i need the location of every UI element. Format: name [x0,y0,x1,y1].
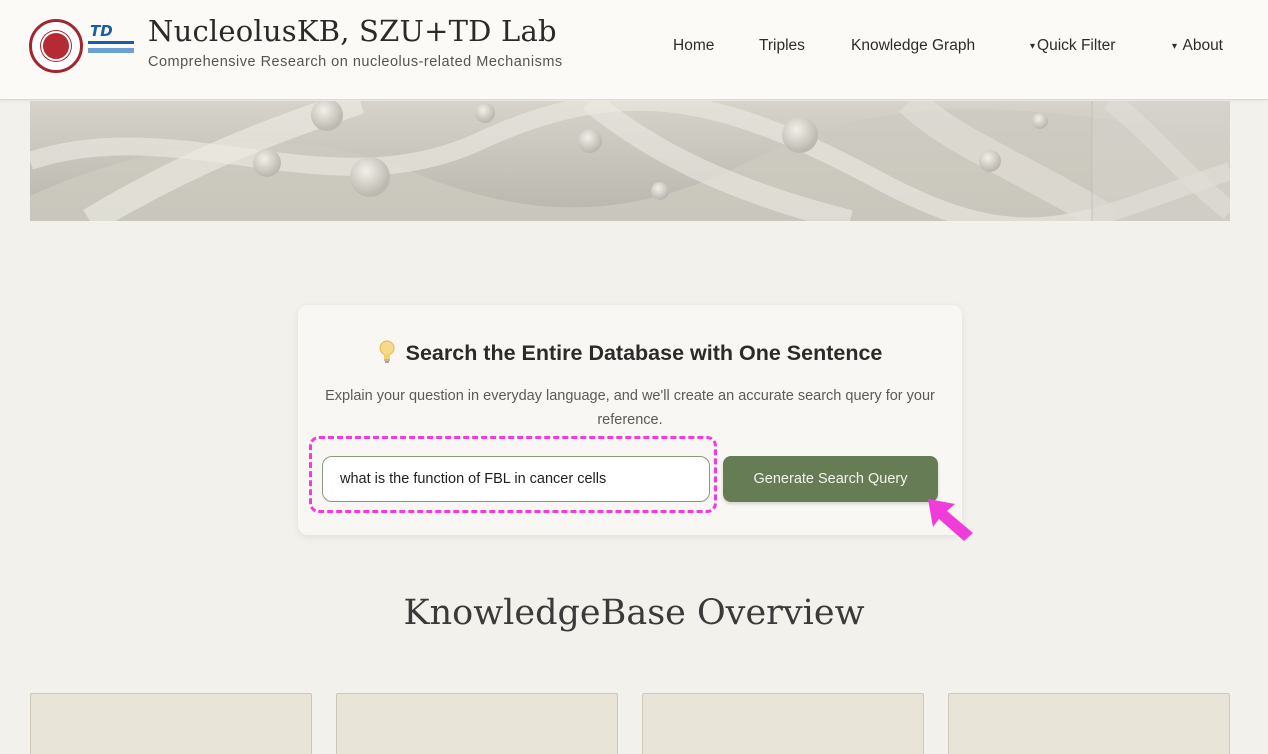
td-logo-bar-2 [88,48,134,53]
nav-triples[interactable]: Triples [759,37,805,55]
banner-texture [30,101,1230,221]
hero-banner-image [30,101,1230,221]
overview-stat-card [948,693,1230,754]
td-logo-bar [88,41,134,44]
nav-quick-filter[interactable]: ▾ Quick Filter [1030,37,1115,55]
university-logo[interactable] [29,19,83,73]
overview-stat-card [30,693,312,754]
nav-about-label: About [1182,37,1223,54]
pointer-arrow-icon [928,499,973,541]
generate-search-query-button[interactable]: Generate Search Query [723,456,938,502]
lightbulb-icon [379,340,395,363]
nav-home[interactable]: Home [673,37,714,55]
overview-stat-card [642,693,924,754]
site-header: TD NucleolusKB, SZU+TD Lab Comprehensive… [0,0,1268,100]
site-title[interactable]: NucleolusKB, SZU+TD Lab [148,14,557,48]
td-logo-text: TD [90,22,113,40]
overview-stat-card [336,693,618,754]
chevron-down-icon: ▾ [1172,41,1178,52]
natural-language-search-input[interactable] [322,456,710,502]
td-lab-logo[interactable]: TD [88,22,138,62]
nav-quick-filter-label: Quick Filter [1037,37,1116,54]
nav-about[interactable]: ▾ About [1172,37,1223,55]
search-card-description: Explain your question in everyday langua… [325,388,935,428]
site-subtitle: Comprehensive Research on nucleolus-rela… [148,54,563,70]
search-card-title: Search the Entire Database with One Sent… [298,340,962,371]
knowledgebase-overview-title: KnowledgeBase Overview [403,593,865,633]
search-card-heading: Search the Entire Database with One Sent… [405,341,883,365]
university-seal-center [41,31,71,61]
nav-knowledge-graph[interactable]: Knowledge Graph [851,37,975,55]
chevron-down-icon: ▾ [1030,41,1036,52]
